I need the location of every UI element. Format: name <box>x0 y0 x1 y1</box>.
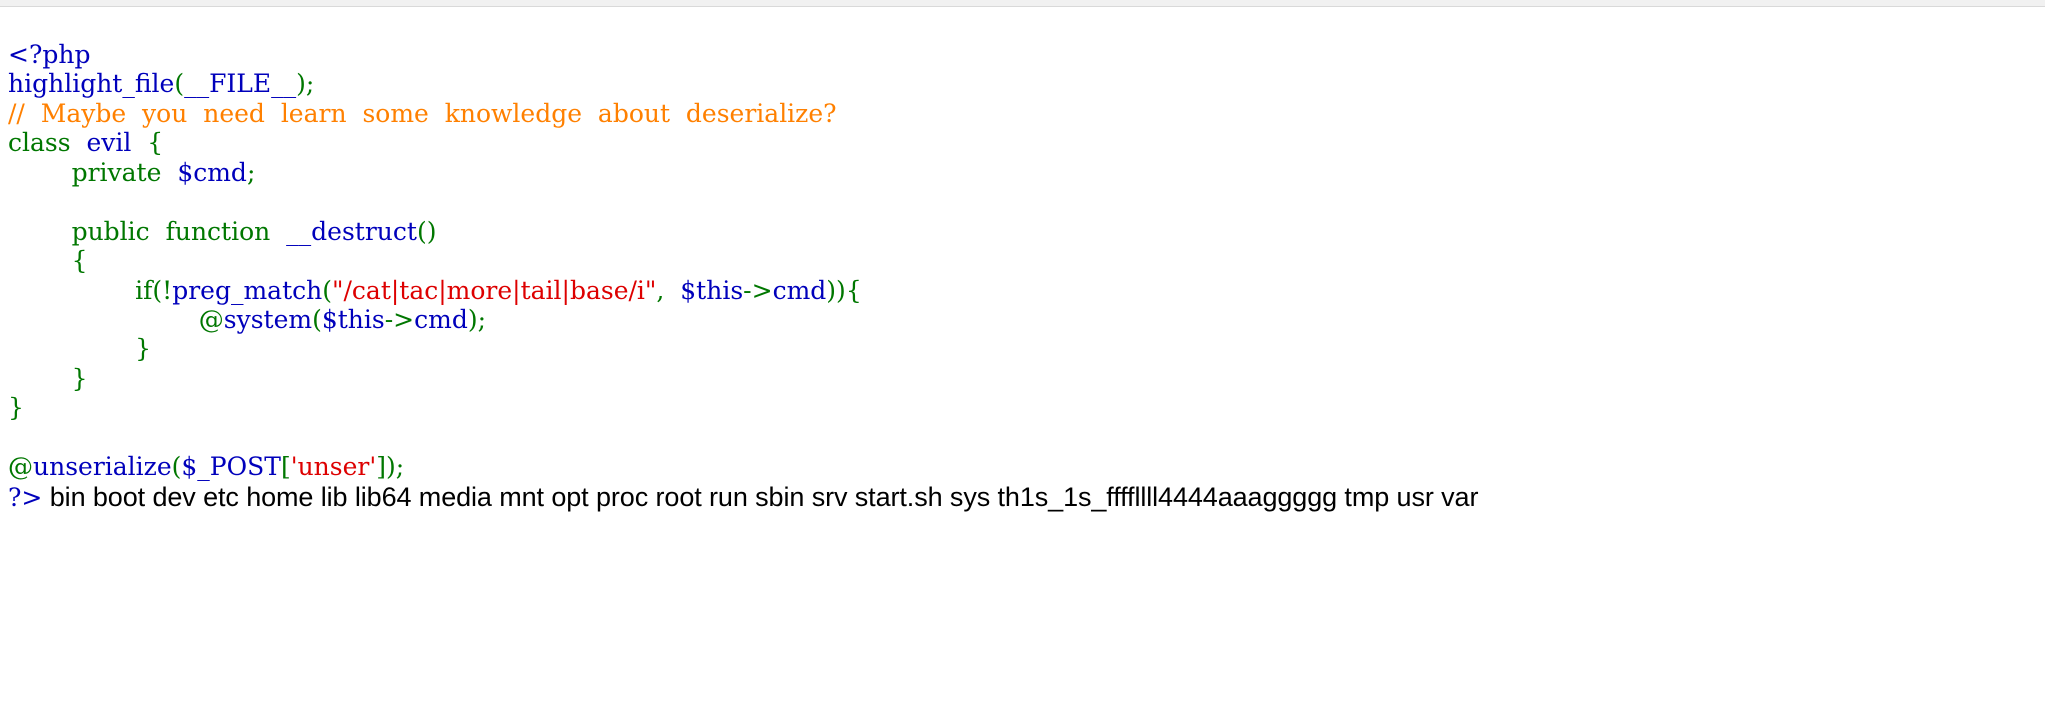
code-token-html <box>8 305 199 334</box>
code-token-keyword: @ <box>8 452 33 482</box>
code-token-keyword: ); <box>296 69 315 99</box>
code-token-html <box>8 276 135 305</box>
code-token-keyword: if <box>135 275 153 305</box>
code-token-default: __FILE__ <box>184 69 297 99</box>
code-token-keyword: class <box>8 128 71 158</box>
code-token-keyword: ]); <box>376 452 405 482</box>
code-token-keyword: [ <box>280 452 291 482</box>
code-token-keyword: ( <box>171 452 182 482</box>
code-token-keyword: function <box>165 216 271 246</box>
code-line: @unserialize($_POST['unser']); <box>8 452 404 481</box>
code-token-keyword: ( <box>312 304 322 334</box>
code-token-html <box>8 217 72 246</box>
code-token-default: cmd <box>772 275 827 305</box>
code-token-html <box>161 158 177 187</box>
window-chrome-strip <box>0 0 2045 7</box>
code-token-default: $cmd <box>177 157 247 187</box>
code-line: // Maybe you need learn some knowledge a… <box>8 99 837 128</box>
code-token-default: unserialize <box>33 452 172 482</box>
code-token-keyword: } <box>71 363 88 393</box>
shell-command-output: bin boot dev etc home lib lib64 media mn… <box>42 481 1479 512</box>
code-token-comment: // Maybe you need learn some knowledge a… <box>8 98 837 128</box>
code-line: highlight_file(__FILE__); <box>8 69 314 98</box>
code-token-keyword: ( <box>322 275 332 305</box>
code-token-html <box>8 246 72 275</box>
code-token-default: system <box>223 304 313 334</box>
code-token-keyword: ); <box>467 304 487 334</box>
php-closing-tag: ?> <box>8 482 43 512</box>
code-token-keyword: () <box>416 216 437 246</box>
code-line: if(!preg_match("/cat|tac|more|tail|base/… <box>8 276 862 305</box>
code-line: public function __destruct() <box>8 216 437 246</box>
code-token-default: cmd <box>414 304 468 334</box>
code-token-keyword: private <box>71 157 162 187</box>
code-token-html <box>270 217 286 246</box>
code-token-default: highlight_file <box>8 69 175 99</box>
code-token-string: "/cat|tac|more|tail|base/i" <box>332 275 657 305</box>
code-line: } <box>8 393 24 422</box>
code-token-keyword: ( <box>174 69 185 99</box>
code-token-html <box>131 128 147 157</box>
code-token-html <box>71 128 87 157</box>
code-token-keyword: -> <box>384 304 415 334</box>
code-token-html <box>8 364 72 393</box>
code-line: @system($this->cmd); <box>8 305 486 334</box>
code-token-keyword: -> <box>743 275 773 305</box>
code-line: <?php <box>8 40 90 69</box>
code-token-keyword: } <box>135 334 152 364</box>
code-token-keyword: { <box>147 128 164 158</box>
code-token-html <box>8 158 72 187</box>
code-token-html <box>664 276 680 305</box>
code-token-keyword: ; <box>246 157 256 187</box>
code-token-keyword: )) <box>826 275 846 305</box>
code-token-default: __destruct <box>286 216 417 246</box>
code-token-html <box>150 217 166 246</box>
code-token-default: evil <box>86 128 132 158</box>
code-line: } <box>8 363 88 393</box>
code-token-keyword: { <box>71 246 88 276</box>
code-token-string: 'unser' <box>290 452 377 482</box>
code-token-default: $_POST <box>181 452 281 482</box>
code-token-default: preg_match <box>172 275 323 305</box>
closing-tag-and-output-line: ?> bin boot dev etc home lib lib64 media… <box>8 482 2045 514</box>
code-token-default: $this <box>321 304 385 334</box>
page-content: <?php highlight_file(__FILE__); // Maybe… <box>0 7 2045 513</box>
code-line: { <box>8 246 88 276</box>
php-source-listing: <?php highlight_file(__FILE__); // Maybe… <box>8 40 2045 513</box>
code-token-keyword: public <box>71 216 150 246</box>
code-line: private $cmd; <box>8 157 256 187</box>
code-token-keyword: { <box>845 275 862 305</box>
code-token-default: $this <box>680 275 744 305</box>
code-token-html <box>8 334 135 363</box>
code-token-keyword: } <box>8 393 24 423</box>
code-line: class evil { <box>8 128 163 157</box>
code-line: } <box>8 334 151 363</box>
code-token-default: <?php <box>8 40 91 69</box>
code-token-keyword: @ <box>198 304 224 334</box>
code-token-keyword: (! <box>152 275 173 305</box>
